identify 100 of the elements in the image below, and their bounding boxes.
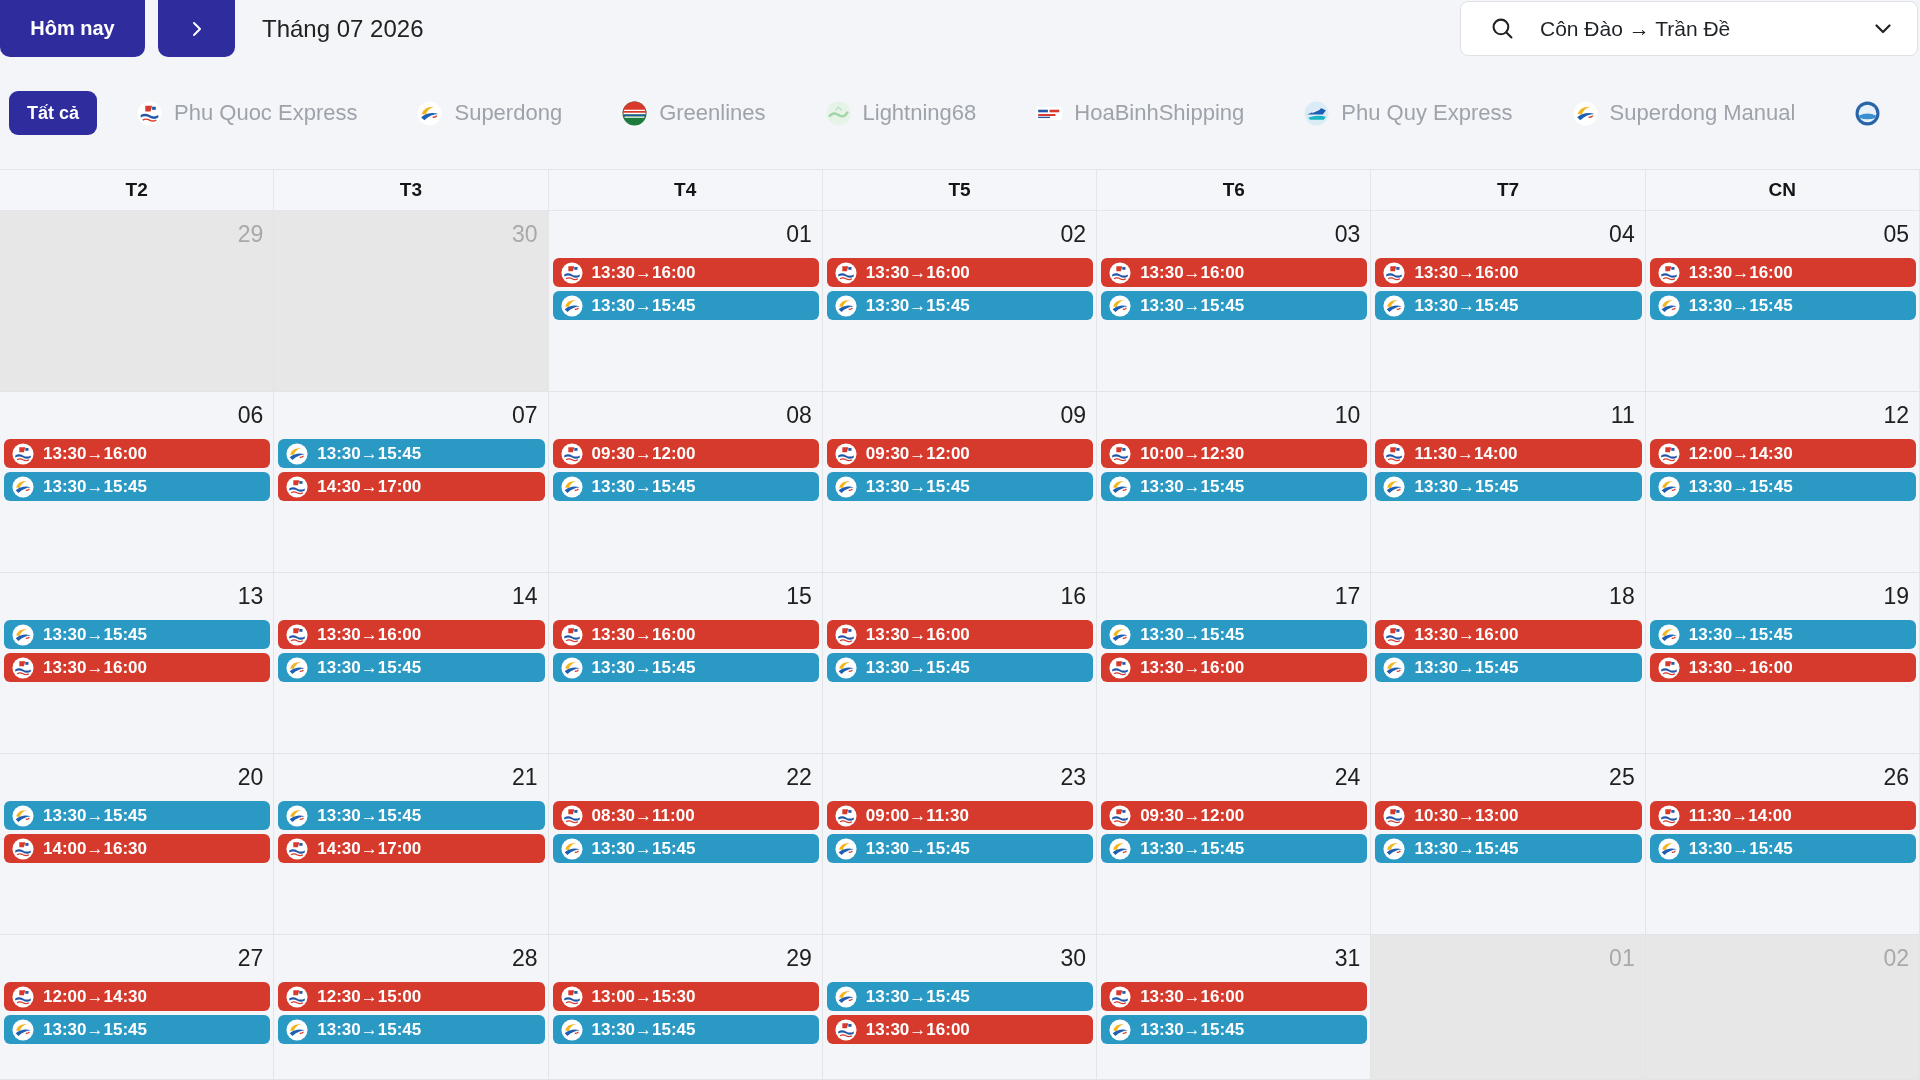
wave-emblem-icon bbox=[560, 261, 583, 284]
trip-event[interactable]: 13:30→15:45 bbox=[1101, 620, 1368, 649]
trip-event[interactable]: 13:30→15:45 bbox=[278, 801, 545, 830]
operator-filter[interactable]: Superdong bbox=[413, 91, 567, 135]
trip-event[interactable]: 14:30→17:00 bbox=[278, 472, 545, 501]
operator-filter[interactable]: Phu Quoc Express bbox=[133, 91, 362, 135]
trip-event[interactable]: 13:30→16:00 bbox=[1375, 258, 1642, 287]
swoosh-emblem-icon bbox=[1657, 623, 1680, 646]
trip-event[interactable]: 12:00→14:30 bbox=[4, 982, 271, 1011]
day-number: 15 bbox=[786, 582, 812, 611]
trip-event[interactable]: 14:00→16:30 bbox=[4, 834, 271, 863]
swoosh-emblem-icon bbox=[1383, 837, 1406, 860]
trip-event[interactable]: 13:30→15:45 bbox=[4, 1015, 271, 1044]
trip-event[interactable]: 13:30→15:45 bbox=[826, 291, 1094, 320]
trip-event[interactable]: 13:30→15:45 bbox=[1101, 472, 1368, 501]
swoosh-emblem-icon bbox=[560, 1018, 583, 1041]
trip-event[interactable]: 13:30→15:45 bbox=[1101, 1015, 1368, 1044]
day-number: 01 bbox=[786, 220, 812, 249]
day-number: 02 bbox=[1060, 220, 1087, 249]
trip-event[interactable]: 09:30→12:00 bbox=[826, 439, 1094, 468]
wave-emblem-icon bbox=[1109, 985, 1132, 1008]
trip-event[interactable]: 13:30→15:45 bbox=[1101, 834, 1368, 863]
trip-event[interactable]: 13:30→16:00 bbox=[1649, 258, 1916, 287]
trip-event[interactable]: 13:30→15:45 bbox=[278, 1015, 545, 1044]
striped-ball-icon bbox=[622, 100, 648, 126]
trip-event[interactable]: 13:30→16:00 bbox=[1375, 620, 1642, 649]
trip-event[interactable]: 13:30→15:45 bbox=[1649, 620, 1916, 649]
trip-event[interactable]: 13:30→15:45 bbox=[1375, 653, 1642, 682]
trip-event[interactable]: 13:30→15:45 bbox=[552, 653, 819, 682]
trip-event[interactable]: 11:30→14:00 bbox=[1649, 801, 1916, 830]
trip-event[interactable]: 13:30→15:45 bbox=[826, 653, 1094, 682]
trip-event[interactable]: 13:30→15:45 bbox=[278, 439, 545, 468]
operator-filter[interactable]: Greenlines bbox=[618, 91, 770, 135]
trip-event[interactable]: 13:00→15:30 bbox=[552, 982, 819, 1011]
swoosh-emblem-icon bbox=[1109, 294, 1132, 317]
trip-event[interactable]: 13:30→16:00 bbox=[1101, 982, 1368, 1011]
operator-filter[interactable]: Superdong Manual bbox=[1568, 91, 1800, 135]
trip-event[interactable]: 13:30→15:45 bbox=[1649, 291, 1916, 320]
trip-event[interactable]: 13:30→15:45 bbox=[1649, 834, 1916, 863]
trip-event[interactable]: 13:30→16:00 bbox=[1101, 258, 1368, 287]
trip-event[interactable]: 13:30→16:00 bbox=[826, 1015, 1094, 1044]
trip-event[interactable]: 13:30→15:45 bbox=[4, 472, 271, 501]
wave-emblem-icon bbox=[1383, 804, 1406, 827]
trip-event[interactable]: 14:30→17:00 bbox=[278, 834, 545, 863]
operator-filter[interactable]: Lightning68 bbox=[821, 91, 981, 135]
chevron-down-icon bbox=[1875, 23, 1891, 34]
trip-event[interactable]: 13:30→15:45 bbox=[826, 472, 1094, 501]
swoosh-emblem-icon bbox=[834, 294, 857, 317]
day-number: 29 bbox=[786, 944, 812, 973]
swoosh-emblem-icon bbox=[286, 656, 309, 679]
trip-event[interactable]: 10:30→13:00 bbox=[1375, 801, 1642, 830]
trip-event[interactable]: 13:30→15:45 bbox=[1375, 834, 1642, 863]
trip-event[interactable]: 10:00→12:30 bbox=[1101, 439, 1368, 468]
trip-event[interactable]: 13:30→15:45 bbox=[826, 982, 1094, 1011]
trip-event[interactable]: 12:00→14:30 bbox=[1649, 439, 1916, 468]
trip-event[interactable]: 13:30→16:00 bbox=[552, 258, 819, 287]
trip-event[interactable]: 13:30→16:00 bbox=[4, 439, 271, 468]
day-number: 08 bbox=[786, 401, 812, 430]
trip-event[interactable]: 13:30→15:45 bbox=[552, 1015, 819, 1044]
wave-emblem-icon bbox=[834, 1018, 857, 1041]
day-number: 13 bbox=[237, 582, 264, 611]
trip-event[interactable]: 13:30→15:45 bbox=[4, 620, 271, 649]
trip-event[interactable]: 11:30→14:00 bbox=[1375, 439, 1642, 468]
trip-event[interactable]: 13:30→15:45 bbox=[552, 291, 819, 320]
trip-event[interactable]: 12:30→15:00 bbox=[278, 982, 545, 1011]
wave-emblem-icon bbox=[1657, 261, 1680, 284]
trip-event[interactable]: 13:30→16:00 bbox=[1649, 653, 1916, 682]
trip-event[interactable]: 13:30→15:45 bbox=[826, 834, 1094, 863]
trip-event[interactable]: 13:30→15:45 bbox=[278, 653, 545, 682]
trip-event[interactable]: 13:30→16:00 bbox=[1101, 653, 1368, 682]
trip-event[interactable]: 13:30→16:00 bbox=[826, 620, 1094, 649]
trip-event[interactable]: 13:30→16:00 bbox=[278, 620, 545, 649]
trip-event[interactable]: 09:00→11:30 bbox=[826, 801, 1094, 830]
trip-event[interactable]: 13:30→16:00 bbox=[552, 620, 819, 649]
trip-event[interactable]: 13:30→15:45 bbox=[1101, 291, 1368, 320]
operator-filter[interactable]: Tất cả bbox=[9, 91, 98, 135]
swoosh-emblem-icon bbox=[560, 294, 583, 317]
operator-filter[interactable]: HoaBinhShipping bbox=[1032, 91, 1249, 135]
trip-event[interactable]: 13:30→15:45 bbox=[1375, 472, 1642, 501]
wave-emblem-icon bbox=[1109, 261, 1132, 284]
swoosh-emblem-icon bbox=[1383, 475, 1406, 498]
trip-event[interactable]: 13:30→16:00 bbox=[4, 653, 271, 682]
day-number: 30 bbox=[511, 220, 538, 249]
trip-event[interactable]: 13:30→15:45 bbox=[552, 472, 819, 501]
trip-event[interactable]: 08:30→11:00 bbox=[552, 801, 819, 830]
trip-event[interactable]: 13:30→15:45 bbox=[1375, 291, 1642, 320]
next-button[interactable] bbox=[158, 0, 235, 57]
day-number: 11 bbox=[1610, 401, 1635, 430]
route-select[interactable]: Côn Đào → Trần Đề bbox=[1460, 1, 1918, 56]
trip-event[interactable]: 09:30→12:00 bbox=[552, 439, 819, 468]
trip-event[interactable]: 09:30→12:00 bbox=[1101, 801, 1368, 830]
weekday-header: T6 bbox=[1097, 170, 1372, 210]
trip-event[interactable]: 13:30→15:45 bbox=[1649, 472, 1916, 501]
wave-emblem-icon bbox=[1109, 804, 1132, 827]
today-button[interactable]: Hôm nay bbox=[0, 0, 145, 57]
trip-event[interactable]: 13:30→15:45 bbox=[4, 801, 271, 830]
trip-event[interactable]: 13:30→16:00 bbox=[826, 258, 1094, 287]
trip-event[interactable]: 13:30→15:45 bbox=[552, 834, 819, 863]
operator-filter[interactable]: Phu Quy Express bbox=[1300, 91, 1517, 135]
swoosh-emblem-icon bbox=[1383, 656, 1406, 679]
